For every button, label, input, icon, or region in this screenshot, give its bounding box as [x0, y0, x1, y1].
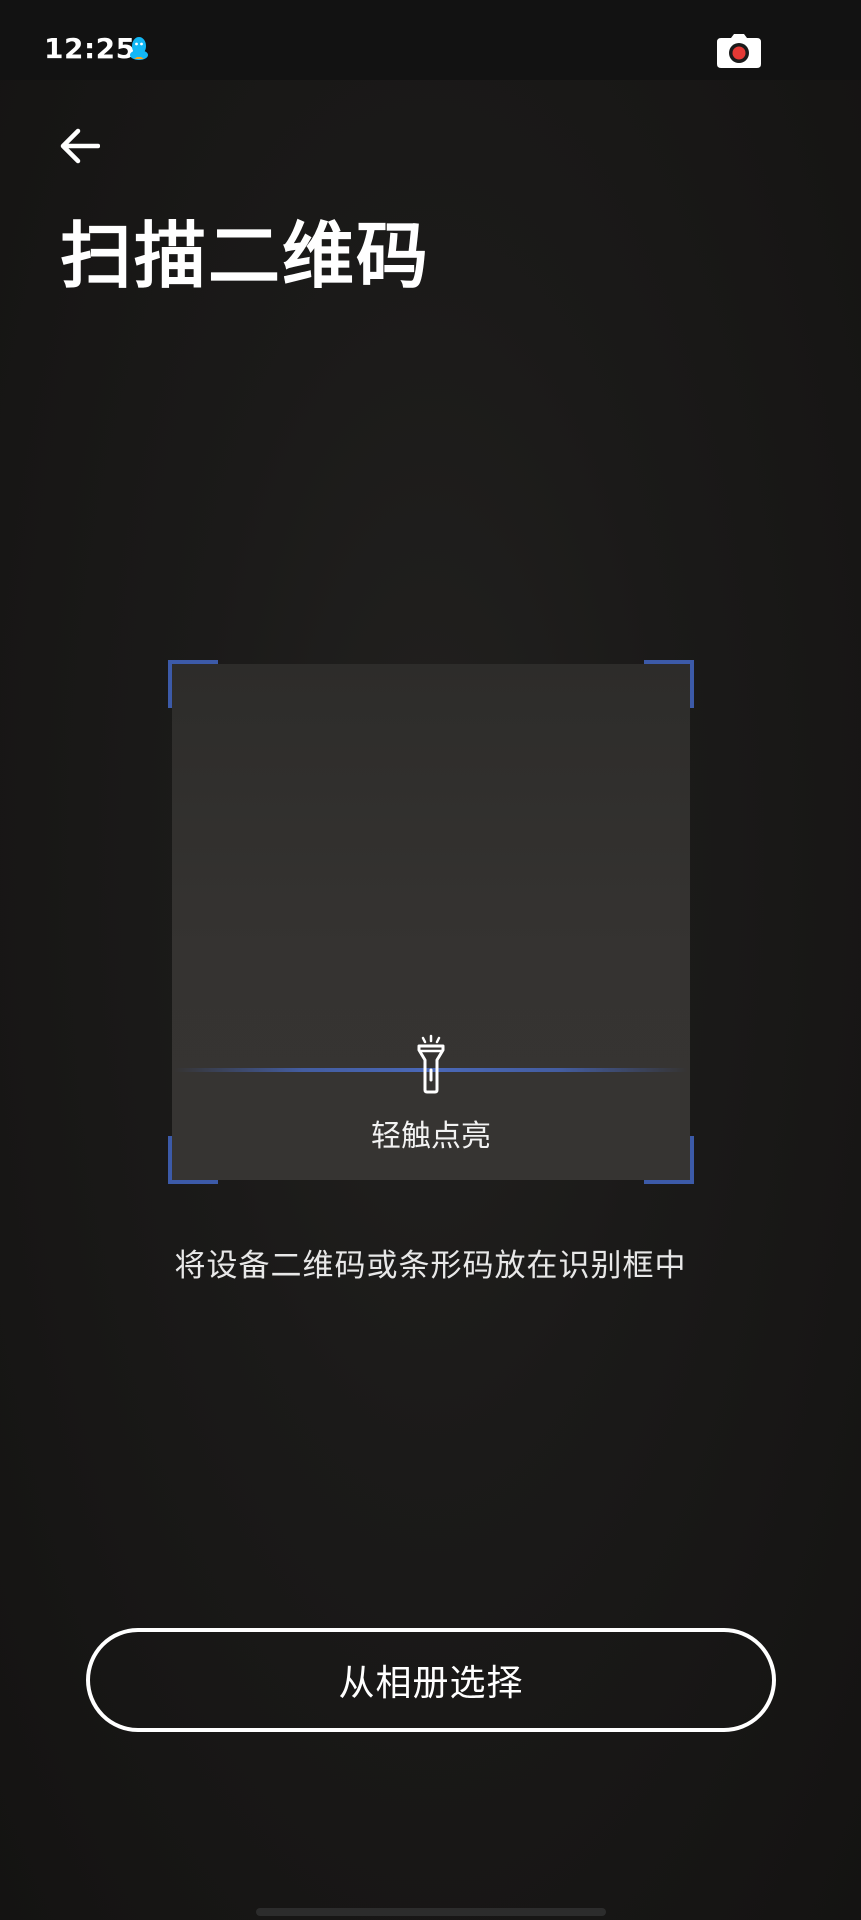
scan-frame: 轻触点亮	[168, 660, 694, 1184]
status-time: 12:25	[44, 32, 136, 65]
back-button[interactable]	[52, 118, 108, 174]
page-title: 扫描二维码	[60, 214, 431, 298]
scan-hint: 将设备二维码或条形码放在识别框中	[174, 1248, 687, 1284]
flashlight-toggle[interactable]: 轻触点亮	[331, 1032, 531, 1162]
flashlight-label: 轻触点亮	[371, 1119, 491, 1154]
arrow-left-icon	[60, 128, 100, 164]
flashlight-icon	[411, 1032, 451, 1096]
scan-corner-top-left	[168, 660, 218, 708]
qr-scan-screen: 12:25 扫描二维码 轻触点亮 将设备二维码或条形码放在识别框中 从相册选择	[0, 0, 861, 1920]
camera-recording-icon	[717, 34, 761, 68]
scan-corner-bottom-right	[644, 1136, 694, 1184]
status-bar: 12:25	[0, 0, 861, 80]
home-indicator[interactable]	[256, 1908, 606, 1916]
scan-corner-top-right	[644, 660, 694, 708]
scan-corner-bottom-left	[168, 1136, 218, 1184]
select-from-album-button[interactable]: 从相册选择	[86, 1628, 776, 1732]
qq-penguin-icon	[128, 36, 150, 62]
